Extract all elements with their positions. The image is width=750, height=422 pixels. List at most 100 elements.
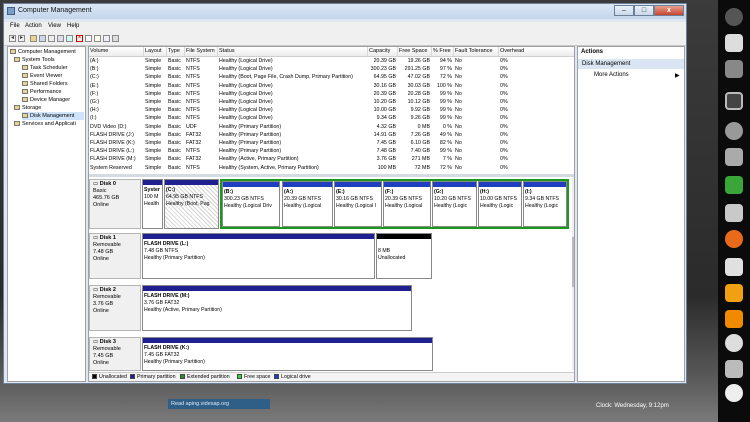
dock-icon[interactable]	[725, 122, 743, 140]
tree-services[interactable]: Services and Applicati	[14, 120, 76, 128]
table-row[interactable]: FLASH DRIVE (K:) Simple Basic FAT32 Healthy …	[89, 139, 574, 147]
disk-view-scrollbar[interactable]	[572, 177, 574, 370]
col-free-space[interactable]: Free Space	[398, 47, 432, 56]
cell-volume: FLASH DRIVE (K:)	[90, 140, 135, 146]
dock-icon[interactable]	[725, 204, 743, 222]
open-icon[interactable]	[94, 35, 101, 42]
disk-info[interactable]: ▭ Disk 2 Removable 3.76 GB Online	[89, 285, 141, 331]
table-row[interactable]: (I:) Simple Basic NTFS Healthy (Logical Driv…	[89, 114, 574, 122]
dock-icon[interactable]	[725, 258, 743, 276]
help-icon[interactable]	[57, 35, 64, 42]
view-icon[interactable]	[112, 35, 119, 42]
vlc-icon[interactable]	[725, 310, 743, 328]
partition-status: Healthy (Primary Partition)	[144, 359, 205, 365]
more-actions-link[interactable]: More Actions	[594, 72, 629, 78]
maximize-button[interactable]: □	[634, 5, 654, 16]
table-row[interactable]: (H:) Simple Basic NTFS Healthy (Logical Driv…	[89, 106, 574, 114]
table-row[interactable]: FLASH DRIVE (M:) Simple Basic FAT32 Healthy …	[89, 155, 574, 163]
dock-icon[interactable]	[725, 284, 743, 302]
delete-icon[interactable]: ×	[76, 35, 83, 42]
tree-task-scheduler[interactable]: Task Scheduler	[22, 64, 68, 72]
properties-icon[interactable]	[48, 35, 55, 42]
menu-file[interactable]: File	[10, 23, 20, 29]
table-row[interactable]: (G:) Simple Basic NTFS Healthy (Logical Driv…	[89, 98, 574, 106]
col-type[interactable]: Type	[167, 47, 185, 56]
dock-icon[interactable]	[725, 176, 743, 194]
partition-size: 9.34 GB NTFS	[525, 196, 560, 202]
dock-icon[interactable]	[725, 360, 743, 378]
menu-view[interactable]: View	[48, 23, 61, 29]
up-folder-icon[interactable]	[30, 35, 37, 42]
col-fault-tolerance[interactable]: Fault Tolerance	[454, 47, 499, 56]
dock-icon[interactable]	[725, 8, 743, 26]
dock-icon[interactable]	[725, 34, 743, 52]
partition-i[interactable]: (I:) 9.34 GB NTFS Healthy (Logic	[523, 181, 567, 227]
table-row[interactable]: FLASH DRIVE (L:) Simple Basic NTFS Healthy (…	[89, 147, 574, 155]
tree-device-manager[interactable]: Device Manager	[22, 96, 70, 104]
col-overhead[interactable]: Overhead	[499, 47, 574, 56]
dock-icon[interactable]	[725, 334, 743, 352]
table-row[interactable]: (C:) Simple Basic NTFS Healthy (Boot, Page F…	[89, 73, 574, 81]
partition-h[interactable]: (H:) 10.00 GB NTFS Healthy (Logic	[478, 181, 522, 227]
partition-unallocated[interactable]: 8 MB Unallocated	[376, 233, 432, 279]
connect-icon[interactable]	[66, 35, 73, 42]
close-button[interactable]: x	[654, 5, 684, 16]
partition-a[interactable]: (A:) 20.39 GB NTFS Healthy (Logical	[282, 181, 333, 227]
col-layout[interactable]: Layout	[144, 47, 167, 56]
disk-graphical-view: ▭ Disk 0 Basic 465.76 GB Online Syster 10…	[89, 177, 572, 371]
firefox-icon[interactable]	[725, 230, 743, 248]
tree-root[interactable]: Computer Management	[10, 48, 76, 56]
disk-info[interactable]: ▭ Disk 0 Basic 465.76 GB Online	[89, 179, 141, 229]
dock-icon[interactable]	[725, 92, 743, 110]
partition-m[interactable]: FLASH DRIVE (M:) 3.76 GB FAT32 Healthy (Ac…	[142, 285, 412, 331]
actions-section-disk-management[interactable]: Disk Management	[578, 59, 684, 69]
table-row[interactable]: DVD Video (D:) Simple Basic UDF Healthy (Pri…	[89, 123, 574, 131]
tree-storage[interactable]: Storage	[14, 104, 41, 112]
partition-title: (B:)	[224, 189, 233, 195]
disk-size: 7.45 GB	[93, 353, 114, 359]
col-capacity[interactable]: Capacity	[368, 47, 398, 56]
partition-system-reserved[interactable]: Syster 100 M Health	[142, 179, 163, 229]
scrollbar-thumb[interactable]	[572, 237, 574, 287]
table-row[interactable]: (A:) Simple Basic NTFS Healthy (Logical Driv…	[89, 57, 574, 65]
partition-c[interactable]: (C:) 64.95 GB NTFS Healthy (Boot, Pag	[164, 179, 219, 229]
tree-performance[interactable]: Performance	[22, 88, 62, 96]
menu-help[interactable]: Help	[67, 23, 79, 29]
tree-shared-folders[interactable]: Shared Folders	[22, 80, 68, 88]
col-file-system[interactable]: File System	[185, 47, 218, 56]
dock-icon[interactable]	[725, 148, 743, 166]
check-icon[interactable]	[85, 35, 92, 42]
minimize-button[interactable]: –	[614, 5, 634, 16]
table-row[interactable]: System Reserved Simple Basic NTFS Healthy (S…	[89, 164, 574, 172]
partition-b[interactable]: (B:) 300.23 GB NTFS Healthy (Logical Driv	[222, 181, 280, 227]
partition-l[interactable]: FLASH DRIVE (L:) 7.48 GB NTFS Healthy (Pri…	[142, 233, 375, 279]
dock-icon[interactable]	[725, 384, 743, 402]
partition-g[interactable]: (G:) 10.20 GB NTFS Healthy (Logic	[432, 181, 477, 227]
col-volume[interactable]: Volume	[89, 47, 144, 56]
partition-f[interactable]: (F:) 20.39 GB NTFS Healthy (Logical	[383, 181, 431, 227]
menu-action[interactable]: Action	[25, 23, 42, 29]
disk-info[interactable]: ▭ Disk 1 Removable 7.48 GB Online	[89, 233, 141, 279]
partition-size: 7.45 GB FAT32	[144, 352, 180, 358]
back-icon[interactable]: ◂	[9, 35, 16, 42]
tree-disk-management[interactable]: Disk Management	[22, 112, 84, 120]
show-hide-tree-icon[interactable]	[39, 35, 46, 42]
cell-overhead: 0%	[500, 156, 508, 163]
col-status[interactable]: Status	[218, 47, 368, 56]
table-row[interactable]: (F:) Simple Basic NTFS Healthy (Logical Driv…	[89, 90, 574, 98]
cell-percent-free: 99 %	[439, 107, 452, 114]
dock-icon[interactable]	[725, 60, 743, 78]
table-row[interactable]: (E:) Simple Basic NTFS Healthy (Logical Driv…	[89, 82, 574, 90]
disk-info[interactable]: ▭ Disk 3 Removable 7.45 GB Online	[89, 337, 141, 371]
table-row[interactable]: (B:) Simple Basic NTFS Healthy (Logical Driv…	[89, 65, 574, 73]
partition-k[interactable]: FLASH DRIVE (K:) 7.45 GB FAT32 Healthy (Pr…	[142, 337, 433, 371]
cell-volume: (A:)	[90, 58, 99, 64]
tree-system-tools[interactable]: System Tools	[14, 56, 55, 64]
tree-event-viewer[interactable]: Event Viewer	[22, 72, 62, 80]
table-row[interactable]: FLASH DRIVE (J:) Simple Basic FAT32 Healthy …	[89, 131, 574, 139]
search-icon[interactable]	[103, 35, 110, 42]
cell-percent-free: 72 %	[439, 74, 452, 81]
partition-e[interactable]: (E:) 30.16 GB NTFS Healthy (Logical I	[334, 181, 382, 227]
forward-icon[interactable]: ▸	[18, 35, 25, 42]
col-percent-free[interactable]: % Free	[432, 47, 454, 56]
